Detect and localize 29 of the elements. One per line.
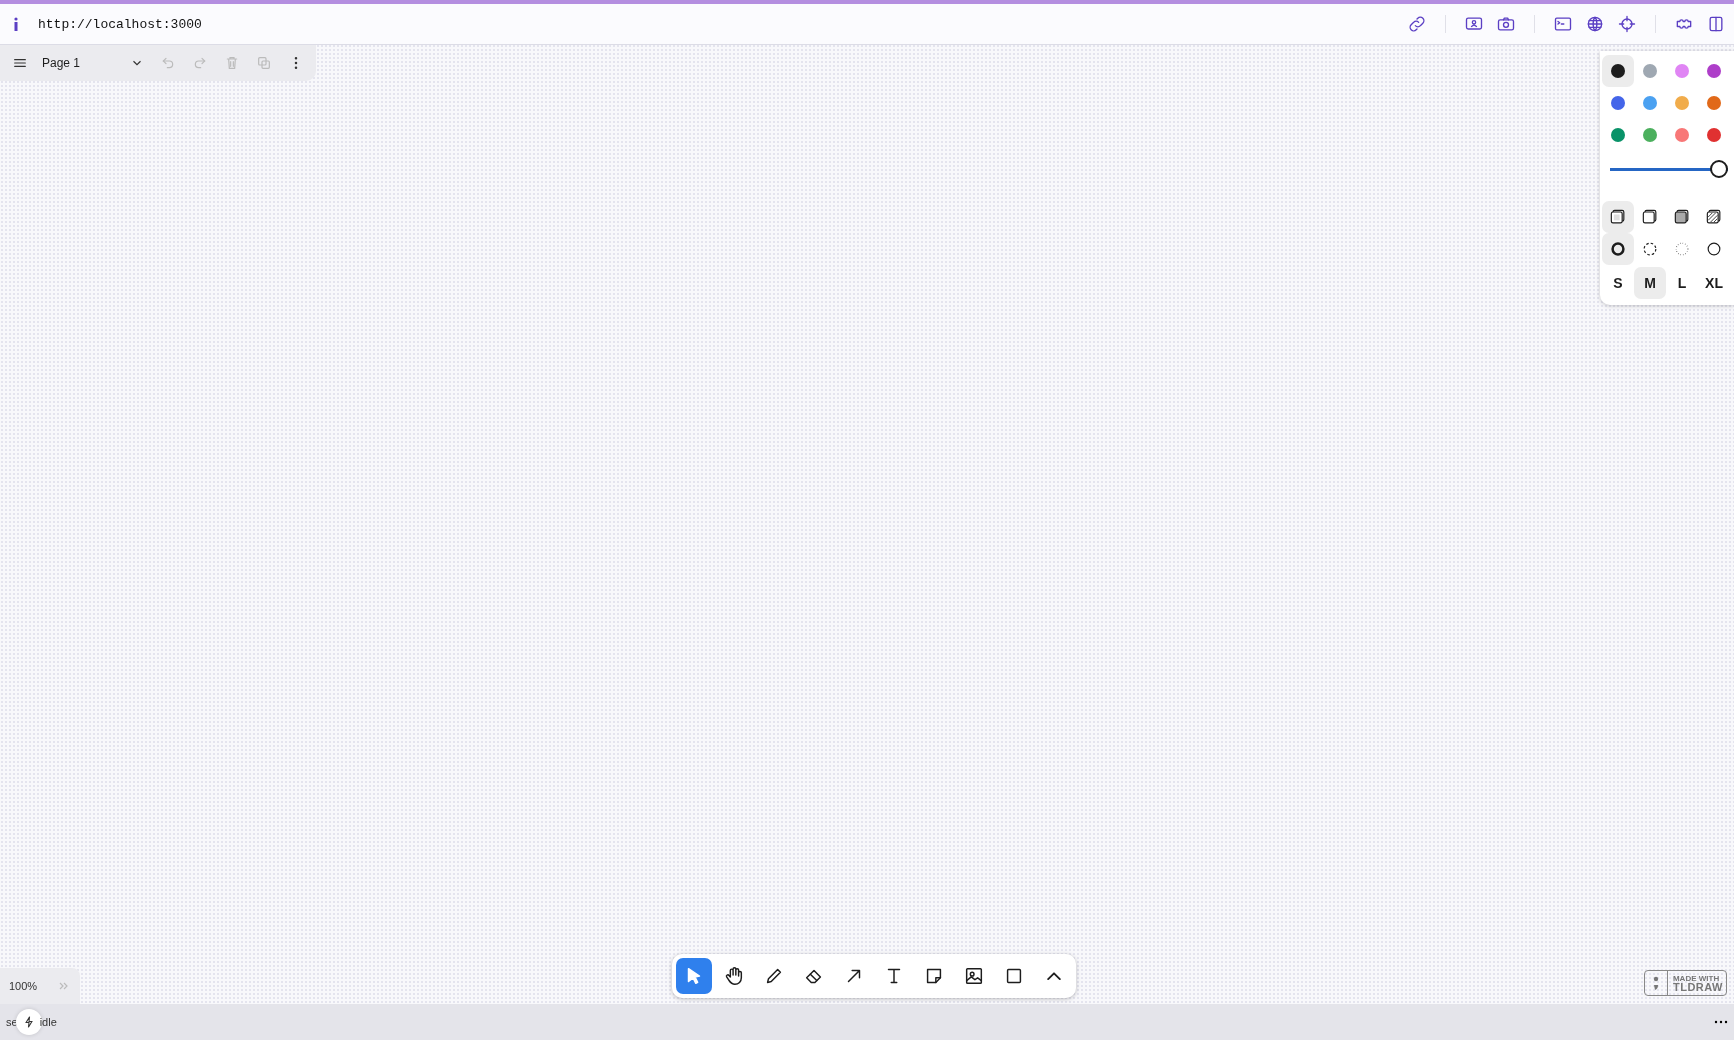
duplicate-icon (256, 55, 273, 71)
size-button[interactable]: M (1634, 267, 1666, 299)
zoom-level[interactable]: 100% (9, 980, 38, 992)
logo-icon (1651, 975, 1660, 991)
more-icon (294, 57, 299, 69)
size-button[interactable]: L (1666, 267, 1698, 299)
link-icon[interactable] (1407, 14, 1427, 34)
badge-text: MADE WITH (1672, 974, 1721, 983)
dash-draw-button[interactable] (1602, 233, 1634, 265)
size-button[interactable]: XL (1698, 267, 1730, 299)
select-tool-button[interactable] (676, 958, 712, 994)
crosshair-icon[interactable] (1617, 14, 1637, 34)
status-text: se (6, 1016, 18, 1028)
size-button[interactable]: S (1602, 267, 1634, 299)
fill-none-button[interactable] (1602, 201, 1634, 233)
dash-draw-icon (1608, 239, 1628, 259)
more-icon[interactable] (1714, 1020, 1728, 1024)
badge-title: TLDRAW (1672, 983, 1723, 992)
chevron-up-icon (1047, 971, 1061, 981)
color-swatch[interactable] (1602, 55, 1634, 87)
slider-thumb[interactable] (1710, 160, 1728, 178)
url-text: http://localhost:3000 (38, 16, 203, 32)
lightning-button[interactable] (15, 1009, 42, 1035)
status-text: idle (39, 1016, 57, 1028)
made-with-badge[interactable]: MADE WITH TLDRAW (1643, 970, 1727, 996)
hand-icon (723, 965, 745, 987)
info-icon[interactable] (12, 17, 20, 31)
image-icon (963, 965, 985, 987)
globe-icon[interactable] (1585, 14, 1605, 34)
